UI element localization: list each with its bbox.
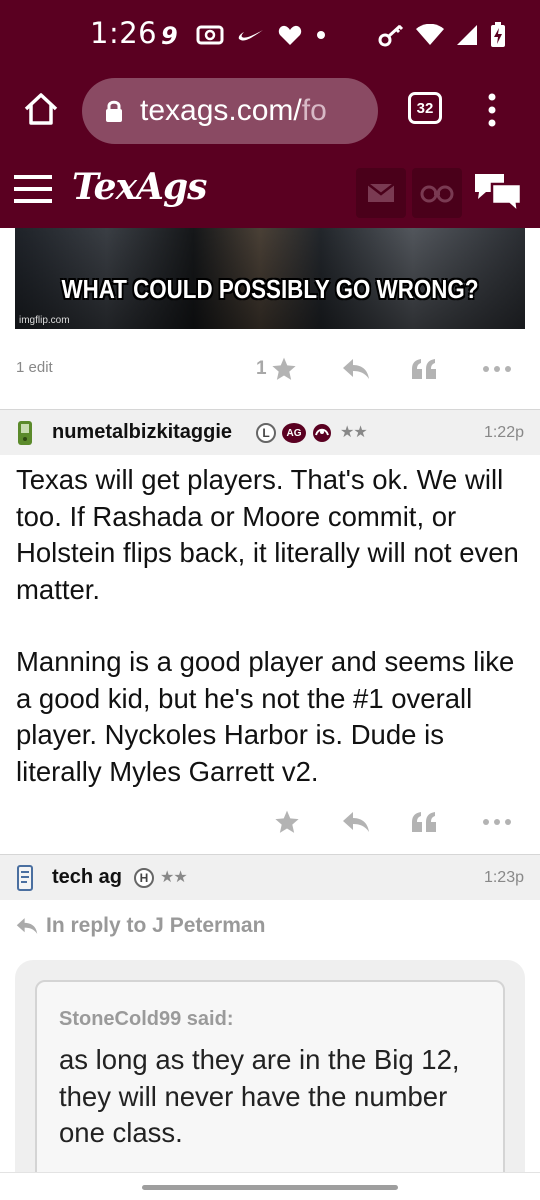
username[interactable]: numetalbizkitaggie [52, 421, 232, 444]
watch-button[interactable] [412, 168, 462, 218]
url-bar[interactable]: texags.com/fo [82, 78, 378, 144]
hamburger-menu-icon[interactable] [14, 174, 54, 204]
member-stars: ★★ [340, 422, 368, 441]
more-menu-icon[interactable] [484, 92, 500, 128]
site-header: TexAgs [0, 156, 540, 228]
quote-author[interactable]: StoneCold99 said: [59, 1008, 233, 1031]
tablet-device-icon [17, 865, 33, 891]
signal-icon [457, 25, 477, 45]
star-button[interactable]: 1 [256, 353, 297, 385]
more-options-icon[interactable] [482, 806, 512, 838]
site-logo[interactable]: TexAgs [72, 166, 207, 208]
dot-icon [317, 31, 325, 39]
home-gesture-handle[interactable] [142, 1185, 398, 1190]
meme-caption: WHAT COULD POSSIBLY GO WRONG? [61, 274, 479, 304]
reply-icon [16, 918, 38, 934]
member-stars: ★★ [160, 867, 188, 886]
quote-text: as long as they are in the Big 12, they … [59, 1044, 460, 1148]
home-icon[interactable] [22, 90, 60, 128]
battery-charging-icon [491, 22, 505, 47]
browser-toolbar: texags.com/fo 32 [0, 74, 540, 156]
key-icon [378, 24, 404, 47]
chat-icon[interactable] [472, 170, 524, 214]
quote-icon[interactable] [410, 353, 438, 385]
status-time: 1:26 [90, 16, 158, 50]
star-count: 1 [256, 358, 267, 379]
reply-to-text: In reply to J Peterman [46, 914, 266, 937]
meme-watermark: imgflip.com [19, 315, 70, 326]
status-bar: 1:26 9 [0, 0, 540, 74]
post-header-tech-ag: tech ag H ★★ 1:23p [0, 854, 540, 900]
nike-icon [238, 30, 263, 41]
status-left-icons: 9 [160, 22, 326, 48]
url-tail: fo [301, 94, 327, 127]
heart-icon [278, 25, 302, 45]
username[interactable]: tech ag [52, 866, 122, 889]
url-main: texags.com/ [140, 94, 302, 127]
post-actions-1: 1 edit 1 [0, 349, 540, 389]
quote-icon[interactable] [410, 806, 438, 838]
reply-icon[interactable] [342, 806, 370, 838]
post-paragraph: Texas will get players. That's ok. We wi… [16, 464, 519, 605]
reply-icon[interactable] [342, 353, 370, 385]
post-body: Texas will get players. That's ok. We wi… [16, 462, 526, 826]
status-right-icons [378, 22, 506, 48]
messages-button[interactable] [356, 168, 406, 218]
wifi-icon [416, 24, 444, 45]
badge-l: L [256, 423, 276, 443]
phone-device-icon [18, 421, 32, 445]
edit-note[interactable]: 1 edit [16, 359, 53, 376]
badge-ag: AG [282, 423, 306, 443]
post-time: 1:22p [483, 424, 524, 441]
mail-icon [367, 183, 395, 202]
binoculars-icon [420, 185, 454, 203]
post-actions-2 [0, 802, 540, 842]
star-icon [271, 357, 296, 380]
meme-image: WHAT COULD POSSIBLY GO WRONG? imgflip.co… [15, 228, 525, 329]
radio-icon [196, 25, 224, 45]
url-text: texags.com/fo [140, 94, 327, 128]
post-paragraph: Manning is a good player and seems like … [16, 646, 515, 787]
tab-switcher-button[interactable]: 32 [408, 92, 442, 124]
badge-h: H [134, 868, 154, 888]
quote-inner: StoneCold99 said: as long as they are in… [35, 980, 505, 1200]
post-time: 1:23p [483, 869, 524, 886]
star-icon[interactable] [274, 806, 300, 838]
svg-text:9: 9 [161, 22, 178, 48]
quote-block: StoneCold99 said: as long as they are in… [15, 960, 525, 1200]
nine-app-icon: 9 [161, 22, 178, 48]
gesture-nav-bar [0, 1172, 540, 1200]
lock-icon [106, 100, 122, 122]
reply-to-link[interactable]: In reply to J Peterman [16, 914, 265, 938]
more-options-icon[interactable] [482, 353, 512, 385]
mascot-badge-icon [313, 424, 331, 442]
post-header-numetalbizkitaggie: numetalbizkitaggie L AG ★★ 1:22p [0, 409, 540, 455]
